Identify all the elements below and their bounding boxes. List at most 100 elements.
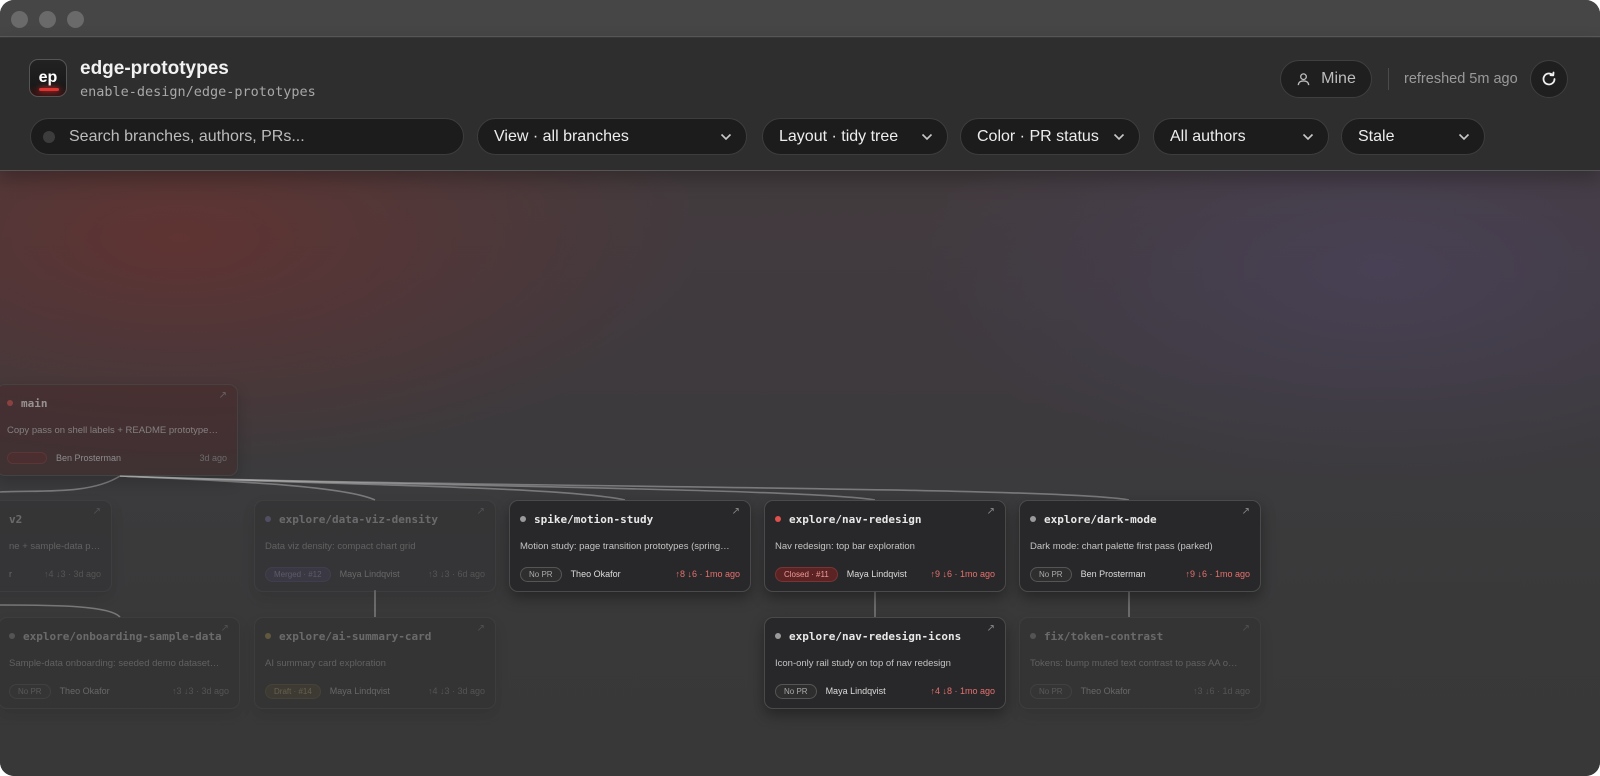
branch-name: explore/onboarding-sample-data [23,629,222,643]
branch-author: Maya Lindqvist [825,686,886,696]
ahead-behind-count: ↑9 ↓6 [1185,569,1207,579]
status-dot [520,516,526,522]
branch-name: main [21,396,48,410]
layout-dropdown-label: Layout · tidy tree [779,127,899,145]
branch-name: explore/data-viz-density [279,512,438,526]
view-dropdown-label: View · all branches [494,127,629,145]
branch-description: Tokens: bump muted text contrast to pass… [1030,658,1238,669]
ahead-behind-count: ↑4 ↓8 [930,686,952,696]
status-dot [7,400,13,406]
status-dot [1030,516,1036,522]
status-dot [265,516,271,522]
branch-stats: ↑3 ↓3 · 3d ago [171,686,229,696]
refreshed-status: refreshed 5m ago [1404,71,1518,87]
branch-description: Dark mode: chart palette first pass (par… [1030,541,1213,552]
status-dot [775,516,781,522]
branch-name: explore/ai-summary-card [279,629,432,643]
branch-author: Ben Prosterman [56,453,122,463]
branch-card-dark-mode[interactable]: explore/dark-mode ↗ Dark mode: chart pal… [1019,500,1261,592]
mine-filter-button[interactable]: Mine [1280,60,1372,98]
pr-status-badge: Merged · #12 [265,566,331,582]
branch-card-ai-summary-card[interactable]: explore/ai-summary-card ↗ AI summary car… [254,617,496,709]
open-external-icon[interactable]: ↗ [987,506,995,517]
last-updated: · 1mo ago [951,569,995,579]
branch-author: Ben Prosterman [1080,569,1146,579]
branch-author: Theo Okafor [570,569,621,579]
open-external-icon[interactable]: ↗ [1242,623,1250,634]
branch-stats: ↑4 ↓8 · 1mo ago [930,686,995,696]
chevron-down-icon [921,133,933,140]
branch-name: explore/nav-redesign [789,512,922,526]
branch-card-main[interactable]: main ↗ Copy pass on shell labels + READM… [0,384,238,476]
pr-status-badge: Closed · #11 [775,566,838,582]
repo-title: edge-prototypes [80,58,229,79]
header-divider [1388,68,1389,90]
branch-description: Copy pass on shell labels + README proto… [7,425,218,436]
open-external-icon[interactable]: ↗ [93,506,101,517]
pr-status-badge: No PR [520,566,562,582]
pr-status-badge: No PR [775,683,817,699]
pr-status-badge [7,452,47,464]
branch-stats: ↑4 ↓3 · 3d ago [43,569,101,579]
branch-author: Maya Lindqvist [329,686,390,696]
view-dropdown[interactable]: View · all branches [477,118,747,155]
chevron-down-icon [1302,133,1314,140]
open-external-icon[interactable]: ↗ [477,506,485,517]
open-external-icon[interactable]: ↗ [732,506,740,517]
refresh-icon [1542,71,1556,86]
chevron-down-icon [720,133,732,140]
status-dot [1030,633,1036,639]
authors-dropdown[interactable]: All authors [1153,118,1329,155]
chevron-down-icon [1113,133,1125,140]
branch-description: Icon-only rail study on top of nav redes… [775,658,951,669]
stale-dropdown-label: Stale [1358,127,1395,145]
last-updated: · 1mo ago [1206,569,1250,579]
open-external-icon[interactable]: ↗ [987,623,995,634]
app-icon: ep [29,59,67,97]
status-dot [775,633,781,639]
branch-author: Maya Lindqvist [339,569,400,579]
last-updated: · 1mo ago [951,686,995,696]
branch-stats: ↑3 ↓3 · 6d ago [427,569,485,579]
branch-author: r [9,569,12,579]
branch-card-onboarding-sample-data[interactable]: explore/onboarding-sample-data ↗ Sample-… [0,617,240,709]
branch-name: v2 [9,512,23,526]
pr-status-badge: No PR [9,683,51,699]
search-box[interactable] [30,118,464,155]
color-dropdown[interactable]: Color · PR status [960,118,1140,155]
branch-author: Theo Okafor [1080,686,1131,696]
refresh-button[interactable] [1530,60,1568,98]
open-external-icon[interactable]: ↗ [477,623,485,634]
user-icon [1297,72,1310,85]
branch-stats: 3d ago [199,453,227,463]
pr-status-badge: No PR [1030,566,1072,582]
branch-author: Theo Okafor [59,686,110,696]
stale-dropdown[interactable]: Stale [1341,118,1485,155]
search-input[interactable] [69,127,429,146]
open-external-icon[interactable]: ↗ [221,623,229,634]
branch-card-nav-redesign[interactable]: explore/nav-redesign ↗ Nav redesign: top… [764,500,1006,592]
search-icon [43,130,55,143]
branch-name: explore/dark-mode [1044,512,1157,526]
pr-status-badge: No PR [1030,683,1072,699]
open-external-icon[interactable]: ↗ [219,390,227,401]
status-dot [265,633,271,639]
last-updated: · 1mo ago [696,569,740,579]
branch-card-data-viz-density[interactable]: explore/data-viz-density ↗ Data viz dens… [254,500,496,592]
branch-stats: ↑4 ↓3 · 3d ago [427,686,485,696]
branch-card-motion-study[interactable]: spike/motion-study ↗ Motion study: page … [509,500,751,592]
branch-description: Motion study: page transition prototypes… [520,541,730,552]
open-external-icon[interactable]: ↗ [1242,506,1250,517]
branch-card-nav-redesign-icons[interactable]: explore/nav-redesign-icons ↗ Icon-only r… [764,617,1006,709]
app-header: ep edge-prototypes enable-design/edge-pr… [0,38,1600,171]
layout-dropdown[interactable]: Layout · tidy tree [762,118,948,155]
app-icon-text: ep [38,69,58,86]
branch-name: fix/token-contrast [1044,629,1164,643]
branch-card-token-contrast[interactable]: fix/token-contrast ↗ Tokens: bump muted … [1019,617,1261,709]
branch-name: explore/nav-redesign-icons [789,629,962,643]
mine-label: Mine [1321,70,1356,87]
branch-description: AI summary card exploration [265,658,386,669]
branch-description: Sample-data onboarding: seeded demo data… [9,658,220,669]
branch-card-v2[interactable]: v2 ↗ ne + sample-data path r ↑4 ↓3 · 3d … [0,500,112,592]
branch-author: Maya Lindqvist [846,569,907,579]
